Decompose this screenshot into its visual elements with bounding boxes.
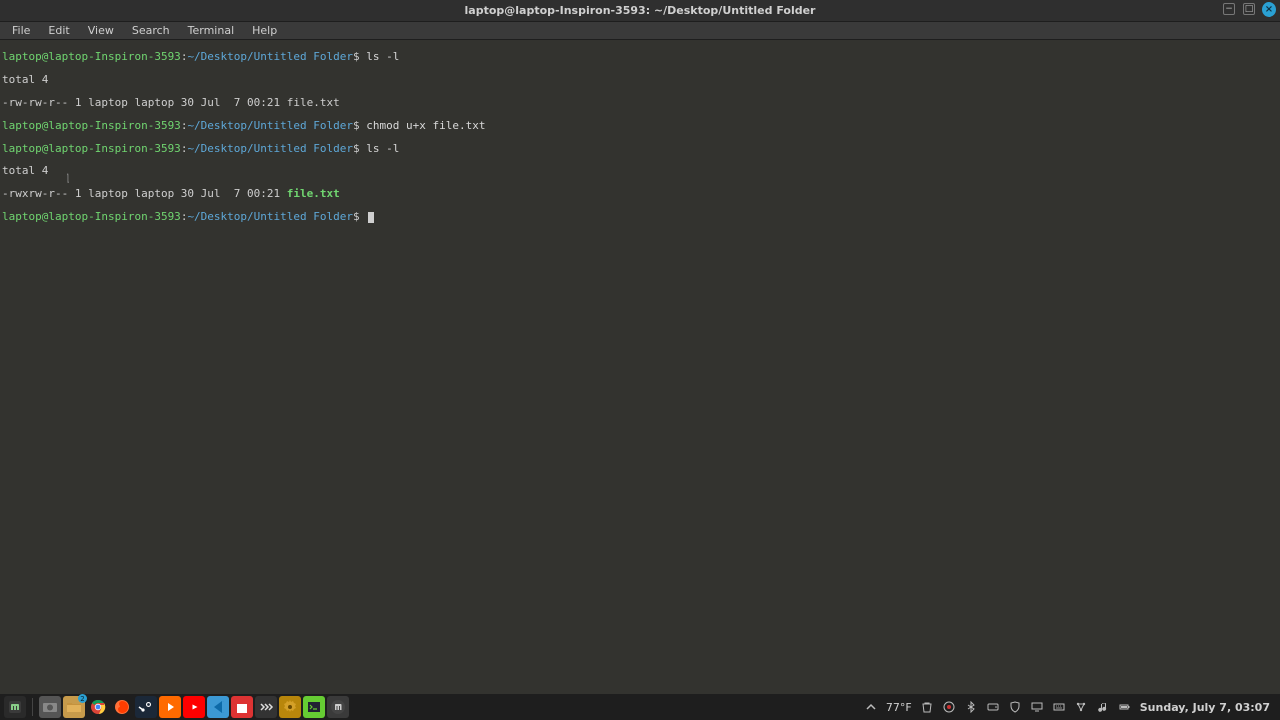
youtube-icon	[186, 699, 202, 715]
shield-icon	[1009, 701, 1021, 713]
window-maximize-button[interactable]: □	[1242, 2, 1256, 16]
menu-view[interactable]: View	[80, 23, 122, 38]
chrome-icon	[90, 699, 106, 715]
mint-logo-icon	[7, 699, 23, 715]
term-command: chmod u+x file.txt	[366, 119, 485, 132]
term-command: ls -l	[366, 142, 399, 155]
tray-obs[interactable]	[942, 700, 956, 714]
tray-network[interactable]	[1074, 700, 1088, 714]
firefox-icon	[114, 699, 130, 715]
launcher-mint-menu[interactable]	[327, 696, 349, 718]
tray-disk[interactable]	[986, 700, 1000, 714]
tray-battery[interactable]	[1118, 700, 1132, 714]
launcher-media-player[interactable]	[159, 696, 181, 718]
term-line: -rw-rw-r-- 1 laptop laptop 30 Jul 7 00:2…	[2, 97, 1278, 108]
disk-icon	[987, 701, 999, 713]
cursor-block	[368, 212, 374, 223]
terminal-viewport[interactable]: laptop@laptop-Inspiron-3593:~/Desktop/Un…	[0, 40, 1280, 720]
taskbar: 2	[0, 694, 1280, 720]
tray-bluetooth[interactable]	[964, 700, 978, 714]
display-icon	[1031, 701, 1043, 713]
menu-help[interactable]: Help	[244, 23, 285, 38]
taskbar-launchers: 2	[4, 696, 349, 718]
launcher-notes[interactable]	[231, 696, 253, 718]
tray-audio[interactable]	[1096, 700, 1110, 714]
play-cone-icon	[162, 699, 178, 715]
battery-icon	[1119, 701, 1131, 713]
launcher-steam[interactable]	[135, 696, 157, 718]
launcher-putty[interactable]	[303, 696, 325, 718]
caret-up-icon	[865, 701, 877, 713]
terminal-window: laptop@laptop-Inspiron-3593: ~/Desktop/U…	[0, 0, 1280, 720]
vscode-icon	[210, 699, 226, 715]
launcher-chat[interactable]	[255, 696, 277, 718]
bluetooth-icon	[965, 701, 977, 713]
menu-file[interactable]: File	[4, 23, 38, 38]
term-line: laptop@laptop-Inspiron-3593:~/Desktop/Un…	[2, 143, 1278, 154]
notes-icon	[234, 699, 250, 715]
window-controls: − □ ×	[1222, 2, 1276, 16]
music-note-icon	[1097, 701, 1109, 713]
tray-trash[interactable]	[920, 700, 934, 714]
update-badge: 2	[78, 694, 87, 703]
steam-icon	[138, 699, 154, 715]
term-command: ls -l	[366, 50, 399, 63]
camera-icon	[42, 699, 58, 715]
chevrons-icon	[258, 699, 274, 715]
tray-expand-button[interactable]	[864, 700, 878, 714]
maximize-icon: □	[1243, 3, 1255, 15]
tray-shield[interactable]	[1008, 700, 1022, 714]
term-line: total 4	[2, 74, 1278, 85]
menubar: File Edit View Search Terminal Help	[0, 22, 1280, 40]
launcher-screenshot[interactable]	[39, 696, 61, 718]
tray-keyboard[interactable]	[1052, 700, 1066, 714]
launcher-file-manager[interactable]: 2	[63, 696, 85, 718]
term-line: total 4	[2, 165, 1278, 176]
executable-filename: file.txt	[287, 187, 340, 200]
menu-edit[interactable]: Edit	[40, 23, 77, 38]
system-tray: 77°F Sunday, July 7, 03:07	[864, 700, 1276, 714]
separator	[32, 698, 33, 716]
menu-search[interactable]: Search	[124, 23, 178, 38]
launcher-firefox[interactable]	[111, 696, 133, 718]
window-close-button[interactable]: ×	[1262, 2, 1276, 16]
term-line: laptop@laptop-Inspiron-3593:~/Desktop/Un…	[2, 51, 1278, 62]
start-menu-button[interactable]	[4, 696, 26, 718]
window-minimize-button[interactable]: −	[1222, 2, 1236, 16]
launcher-settings[interactable]	[279, 696, 301, 718]
window-titlebar[interactable]: laptop@laptop-Inspiron-3593: ~/Desktop/U…	[0, 0, 1280, 22]
clock[interactable]: Sunday, July 7, 03:07	[1140, 701, 1270, 714]
tray-display[interactable]	[1030, 700, 1044, 714]
text-cursor-ibeam-icon: Ⲓ	[67, 174, 69, 185]
terminal-app-icon	[306, 699, 322, 715]
launcher-vscode[interactable]	[207, 696, 229, 718]
network-icon	[1075, 701, 1087, 713]
obs-icon	[943, 701, 955, 713]
menu-terminal[interactable]: Terminal	[180, 23, 243, 38]
launcher-chrome[interactable]	[87, 696, 109, 718]
mint-circle-icon	[330, 699, 346, 715]
keyboard-icon	[1053, 701, 1065, 713]
window-title: laptop@laptop-Inspiron-3593: ~/Desktop/U…	[0, 4, 1280, 17]
close-icon: ×	[1262, 2, 1276, 17]
weather-indicator[interactable]: 77°F	[886, 701, 912, 714]
minimize-icon: −	[1223, 3, 1235, 15]
launcher-youtube[interactable]	[183, 696, 205, 718]
term-line: laptop@laptop-Inspiron-3593:~/Desktop/Un…	[2, 211, 1278, 223]
trash-icon	[921, 701, 933, 713]
prompt-path: ~/Desktop/Untitled Folder	[187, 50, 353, 63]
prompt-userhost: laptop@laptop-Inspiron-3593	[2, 50, 181, 63]
gear-icon	[282, 699, 298, 715]
term-line: -rwxrw-r-- 1 laptop laptop 30 Jul 7 00:2…	[2, 188, 1278, 199]
term-line: laptop@laptop-Inspiron-3593:~/Desktop/Un…	[2, 120, 1278, 131]
